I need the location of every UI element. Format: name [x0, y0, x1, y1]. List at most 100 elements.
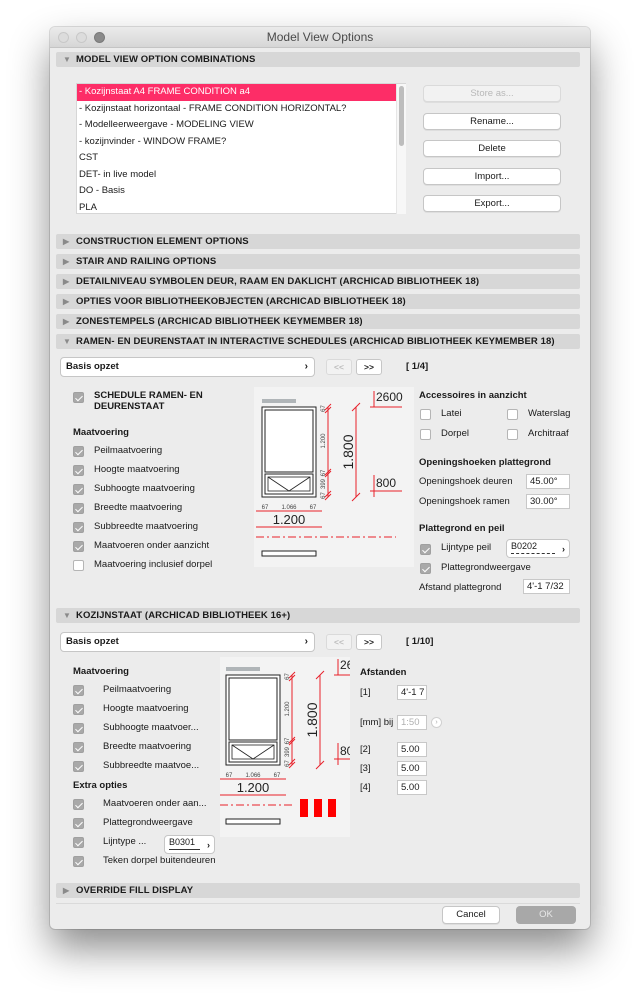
lijntype-peil-checkbox[interactable]	[420, 544, 431, 555]
kozijnstaat-maatvoering-checkbox[interactable]	[73, 704, 84, 715]
ramen-maatvoering-checkbox[interactable]	[73, 541, 84, 552]
section-zonestempels[interactable]: ▶ ZONESTEMPELS (ARCHICAD BIBLIOTHEEK KEY…	[56, 314, 580, 329]
kozijnstaat-lijntype-popup[interactable]: B0301 ›	[164, 835, 215, 854]
section-title: CONSTRUCTION ELEMENT OPTIONS	[76, 236, 249, 247]
ramen-maatvoering-checkbox[interactable]	[73, 522, 84, 533]
kozijnstaat-preset-popup[interactable]: Basis opzet ›	[60, 632, 315, 652]
lijntype-peil-popup[interactable]: B0202 ›	[506, 539, 570, 558]
combinations-scrollbar[interactable]	[396, 84, 406, 214]
scale-stepper[interactable]: ›	[431, 717, 442, 728]
scrollbar-thumb[interactable]	[399, 86, 404, 146]
ramen-preset-popup[interactable]: Basis opzet ›	[60, 357, 315, 377]
level-top-label: 2600	[376, 390, 403, 404]
ramen-maatvoering-checkbox[interactable]	[73, 465, 84, 476]
kozijnstaat-next-page-button[interactable]: >>	[356, 634, 382, 650]
section-opties-bibliotheekobjecten[interactable]: ▶ OPTIES VOOR BIBLIOTHEEKOBJECTEN (ARCHI…	[56, 294, 580, 309]
rename-button[interactable]: Rename...	[423, 113, 561, 130]
ramen-maatvoering-checkbox[interactable]	[73, 503, 84, 514]
section-model-view-option-combinations[interactable]: ▼ MODEL VIEW OPTION COMBINATIONS	[56, 52, 580, 67]
lintel-bar	[226, 667, 260, 671]
sub-height-label: 67	[321, 469, 327, 476]
dorpel-checkbox[interactable]	[420, 429, 431, 440]
ramen-maatvoering-label: Subbreedte maatvoering	[94, 521, 199, 532]
kozijnstaat-maatvoering-checkbox[interactable]	[73, 723, 84, 734]
combination-list-item[interactable]: - Modelleerweergave - MODELING VIEW	[77, 117, 405, 134]
afstand-2-input[interactable]: 5.00	[397, 742, 427, 757]
level-bottom-label: 800	[376, 476, 396, 490]
preset-value: Basis opzet	[66, 636, 119, 647]
waterslag-checkbox[interactable]	[507, 409, 518, 420]
total-width-label: 1.200	[273, 512, 306, 527]
kozijnstaat-maatvoering-checkbox[interactable]	[73, 685, 84, 696]
ok-button[interactable]: OK	[516, 906, 576, 924]
architraaf-checkbox[interactable]	[507, 429, 518, 440]
delete-button[interactable]: Delete	[423, 140, 561, 157]
section-override-fill-display[interactable]: ▶ OVERRIDE FILL DISPLAY	[56, 883, 580, 898]
combination-list-item[interactable]: DET- in live model	[77, 167, 405, 184]
lijntype-peil-value: B0202	[511, 541, 538, 551]
ramen-prev-page-button[interactable]: <<	[326, 359, 352, 375]
zoom-window-button[interactable]	[94, 32, 105, 43]
afstand-4-input[interactable]: 5.00	[397, 780, 427, 795]
afstand-3-input[interactable]: 5.00	[397, 761, 427, 776]
sub-width-label: 67	[310, 505, 317, 511]
combinations-list[interactable]: - Kozijnstaat A4 FRAME CONDITION a4- Koz…	[76, 83, 406, 214]
chevron-right-icon: ›	[304, 361, 308, 372]
combination-list-item[interactable]: DO - Basis	[77, 183, 405, 200]
export-button[interactable]: Export...	[423, 195, 561, 212]
cancel-button[interactable]: Cancel	[442, 906, 500, 924]
ramen-next-page-button[interactable]: >>	[356, 359, 382, 375]
section-title: KOZIJNSTAAT (ARCHICAD BIBLIOTHEEK 16+)	[76, 610, 291, 621]
combination-list-item[interactable]: CST	[77, 150, 405, 167]
dashed-line-sample	[511, 553, 555, 554]
store-as-button[interactable]: Store as...	[423, 85, 561, 102]
section-title: MODEL VIEW OPTION COMBINATIONS	[76, 54, 256, 65]
extra-optie-checkbox[interactable]	[73, 837, 84, 848]
extra-optie-checkbox[interactable]	[73, 856, 84, 867]
afstand-plattegrond-input[interactable]: 4'-1 7/32	[523, 579, 570, 594]
kozijnstaat-prev-page-button[interactable]: <<	[326, 634, 352, 650]
section-ramen-deurenstaat[interactable]: ▼ RAMEN- EN DEURENSTAAT IN INTERACTIVE S…	[56, 334, 580, 349]
sub-height-label: 67	[321, 492, 327, 499]
section-detailniveau[interactable]: ▶ DETAILNIVEAU SYMBOLEN DEUR, RAAM EN DA…	[56, 274, 580, 289]
import-button[interactable]: Import...	[423, 168, 561, 185]
combination-list-item[interactable]: PLA	[77, 200, 405, 214]
ramen-maatvoering-checkbox[interactable]	[73, 560, 84, 571]
section-stair-and-railing-options[interactable]: ▶ STAIR AND RAILING OPTIONS	[56, 254, 580, 269]
preset-value: Basis opzet	[66, 361, 119, 372]
combination-list-item[interactable]: - Kozijnstaat A4 FRAME CONDITION a4	[77, 84, 405, 101]
afstand-4-label: [4]	[360, 782, 371, 793]
close-window-button[interactable]	[58, 32, 69, 43]
extra-optie-checkbox[interactable]	[73, 799, 84, 810]
kozijnstaat-maatvoering-label: Subhoogte maatvoer...	[103, 722, 199, 733]
window-plan-symbol	[261, 550, 317, 557]
schedule-ramen-label: SCHEDULE RAMEN- EN DEURENSTAAT	[94, 390, 203, 412]
kozijnstaat-page-indicator: [ 1/10]	[406, 636, 434, 647]
scale-input[interactable]: 1:50	[397, 715, 427, 730]
combination-list-item[interactable]: - Kozijnstaat horizontaal - FRAME CONDIT…	[77, 101, 405, 118]
window-plan-symbol	[225, 818, 281, 825]
section-kozijnstaat[interactable]: ▼ KOZIJNSTAAT (ARCHICAD BIBLIOTHEEK 16+)	[56, 608, 580, 623]
extra-optie-checkbox[interactable]	[73, 818, 84, 829]
afstand-1-input[interactable]: 4'-1 7	[397, 685, 427, 700]
ramen-maatvoering-checkbox[interactable]	[73, 446, 84, 457]
sub-height-label: 399	[321, 478, 327, 489]
kozijnstaat-maatvoering-checkbox[interactable]	[73, 742, 84, 753]
schedule-ramen-checkbox[interactable]	[73, 392, 84, 403]
latei-checkbox[interactable]	[420, 409, 431, 420]
afstanden-title: Afstanden	[360, 667, 407, 678]
total-width-label: 1.200	[237, 780, 270, 795]
combination-list-item[interactable]: - kozijnvinder - WINDOW FRAME?	[77, 134, 405, 151]
disclosure-collapsed-icon: ▶	[63, 257, 70, 266]
minimize-window-button[interactable]	[76, 32, 87, 43]
openingshoek-deuren-input[interactable]: 45.00°	[526, 474, 570, 489]
ramen-maatvoering-checkbox[interactable]	[73, 484, 84, 495]
plattegrondweergave-checkbox[interactable]	[420, 563, 431, 574]
openingshoek-ramen-label: Openingshoek ramen	[419, 496, 510, 507]
kozijnstaat-maatvoering-checkbox[interactable]	[73, 761, 84, 772]
section-title: OVERRIDE FILL DISPLAY	[76, 885, 194, 896]
openingshoek-ramen-input[interactable]: 30.00°	[526, 494, 570, 509]
section-construction-element-options[interactable]: ▶ CONSTRUCTION ELEMENT OPTIONS	[56, 234, 580, 249]
plattegrond-peil-title: Plattegrond en peil	[419, 523, 505, 534]
ramen-maatvoering-label: Subhoogte maatvoering	[94, 483, 195, 494]
